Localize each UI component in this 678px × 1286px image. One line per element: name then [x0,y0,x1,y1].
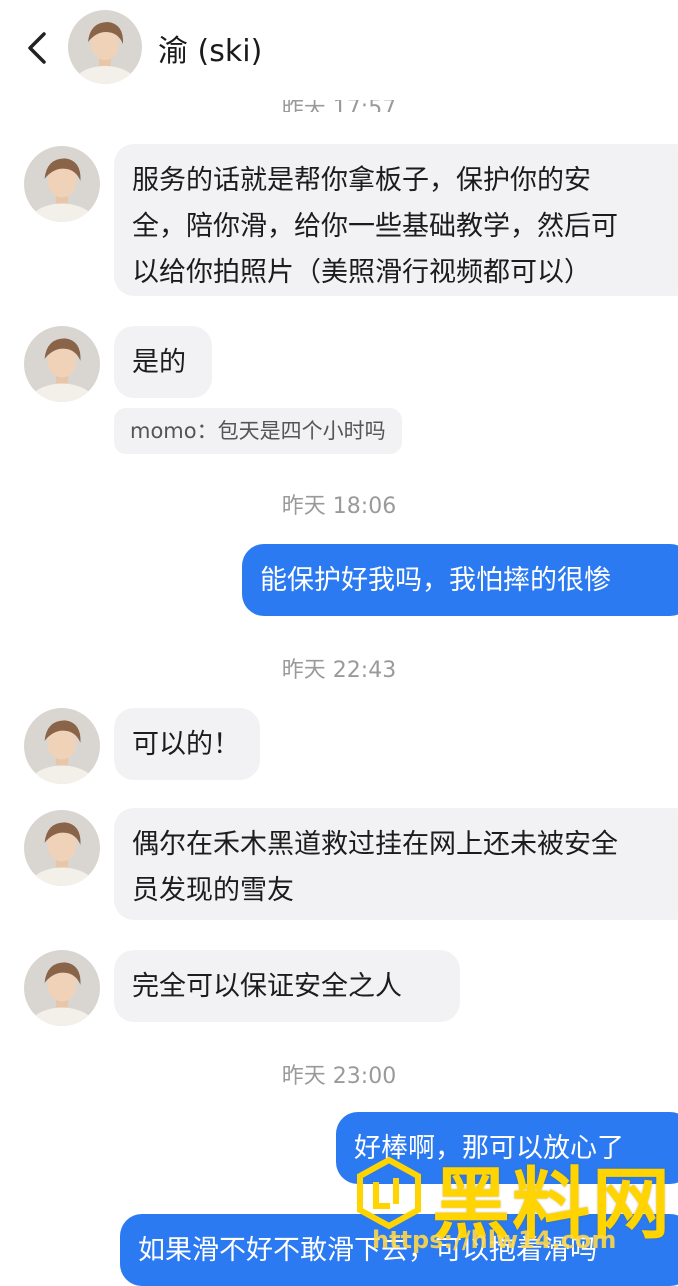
avatar[interactable] [24,810,100,886]
avatar[interactable] [24,708,100,784]
outgoing-message[interactable]: 如果滑不好不敢滑下去，可以抱着滑吗 [120,1214,678,1286]
message-line: 全，陪你滑，给你一些基础教学，然后可 [132,211,618,242]
message-line: 以给你拍照片（美照滑行视频都可以） [132,257,591,288]
avatar[interactable] [24,950,100,1026]
message-line: 服务的话就是帮你拿板子，保护你的安 [132,165,591,196]
message-line: 员发现的雪友 [132,875,294,906]
avatar[interactable] [24,326,100,402]
back-arrow-icon[interactable] [20,28,60,68]
incoming-message[interactable]: 服务的话就是帮你拿板子，保护你的安 全，陪你滑，给你一些基础教学，然后可 以给你… [114,144,678,296]
quoted-reply[interactable]: momo：包天是四个小时吗 [114,408,402,454]
timestamp: 昨天 18:06 [281,494,397,519]
timestamp: 昨天 22:43 [281,658,397,683]
incoming-message[interactable]: 可以的！ [114,708,260,780]
incoming-message[interactable]: 完全可以保证安全之人 [114,950,460,1022]
outgoing-message[interactable]: 好棒啊，那可以放心了 [336,1112,678,1184]
outgoing-message[interactable]: 能保护好我吗，我怕摔的很惨 [242,544,678,616]
timestamp: 昨天 23:00 [281,1064,397,1089]
message-line: 偶尔在禾木黑道救过挂在网上还未被安全 [132,829,618,860]
contact-avatar[interactable] [68,10,142,84]
incoming-message[interactable]: 是的 [114,326,212,398]
contact-name: 渝 (ski) [158,34,263,69]
incoming-message[interactable]: 偶尔在禾木黑道救过挂在网上还未被安全 员发现的雪友 [114,808,678,920]
chat-header: 渝 (ski) [0,0,678,100]
avatar[interactable] [24,146,100,222]
